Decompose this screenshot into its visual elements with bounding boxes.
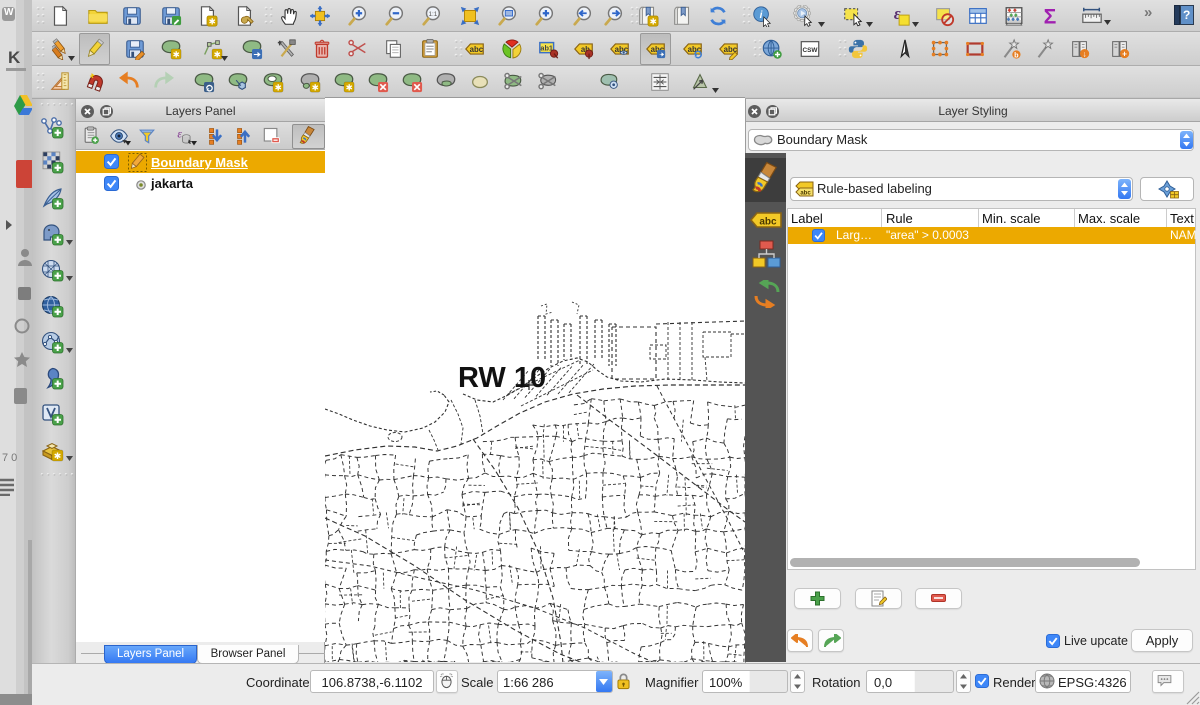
svg-text:✱: ✱ bbox=[209, 17, 216, 26]
svg-text:✱: ✱ bbox=[54, 451, 62, 461]
svg-text:✱: ✱ bbox=[214, 50, 221, 59]
svg-text:Σ: Σ bbox=[1044, 5, 1057, 27]
svg-text:ε: ε bbox=[177, 128, 182, 141]
svg-text:abc: abc bbox=[470, 45, 484, 54]
svg-text:i: i bbox=[760, 10, 763, 21]
svg-text:↓: ↓ bbox=[1083, 50, 1087, 59]
svg-text:abc: abc bbox=[759, 217, 777, 228]
svg-text:abc: abc bbox=[800, 191, 811, 197]
svg-text:✱: ✱ bbox=[346, 83, 353, 92]
svg-text:1:1: 1:1 bbox=[428, 11, 437, 18]
svg-text:✱: ✱ bbox=[173, 50, 180, 59]
svg-text:+: + bbox=[1122, 50, 1127, 59]
svg-text:b: b bbox=[1014, 50, 1019, 59]
svg-text:✱: ✱ bbox=[275, 83, 282, 92]
svg-text:RW 10: RW 10 bbox=[458, 362, 546, 394]
svg-text:✱: ✱ bbox=[312, 83, 319, 92]
svg-text:✱: ✱ bbox=[650, 17, 657, 26]
svg-text:CSW: CSW bbox=[803, 47, 819, 54]
